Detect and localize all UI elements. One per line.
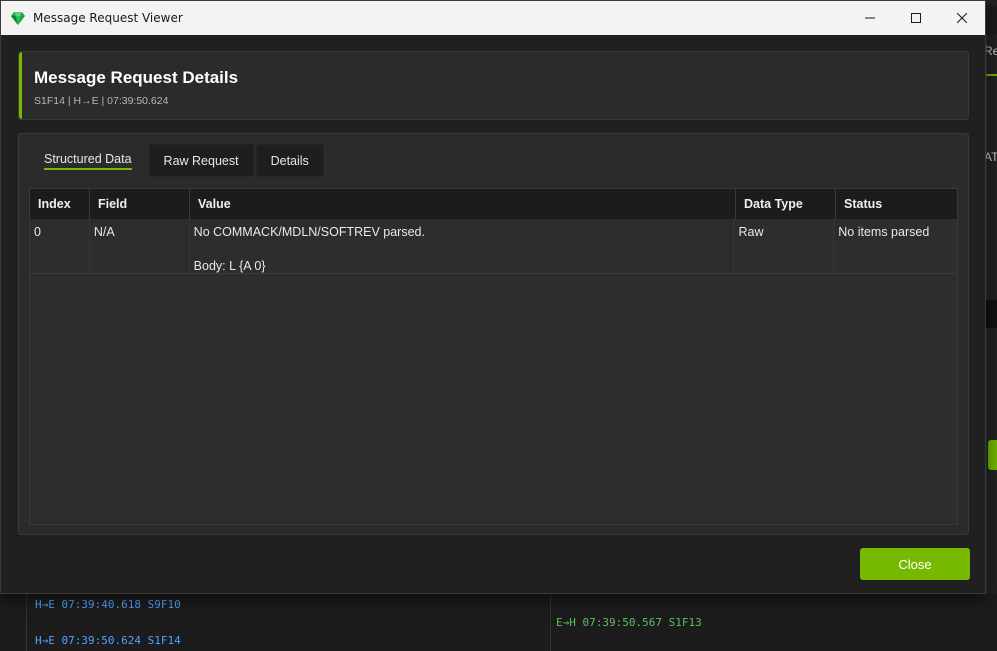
window-controls: [847, 1, 985, 35]
message-log-left[interactable]: H→E 07:39:40.618 S9F10 H→E 07:39:50.624 …: [26, 594, 551, 651]
title-bar[interactable]: Message Request Viewer: [1, 1, 985, 35]
column-header-field[interactable]: Field: [90, 189, 190, 219]
column-header-data-type[interactable]: Data Type: [736, 189, 836, 219]
minimize-button[interactable]: [847, 1, 893, 35]
cell-data-type: Raw: [734, 219, 835, 273]
grid-header: Index Field Value Data Type Status: [30, 189, 957, 219]
header-accent-bar: [19, 52, 22, 119]
tab-label: Structured Data: [44, 152, 132, 170]
cell-status: No items parsed: [838, 225, 930, 239]
column-header-index[interactable]: Index: [30, 189, 90, 219]
close-button[interactable]: Close: [860, 548, 970, 580]
message-log-right[interactable]: E→H 07:39:50.567 S1F13: [550, 594, 997, 651]
column-header-status[interactable]: Status: [836, 189, 957, 219]
log-entry[interactable]: E→H 07:39:50.567 S1F13: [556, 616, 702, 629]
close-window-button[interactable]: [939, 1, 985, 35]
page-title: Message Request Details: [34, 68, 239, 87]
tab-raw-request[interactable]: Raw Request: [148, 144, 254, 177]
column-header-value[interactable]: Value: [190, 189, 736, 219]
tab-bar: Structured Data Raw Request Details: [29, 144, 326, 178]
message-request-viewer-dialog: Message Request Viewer Message Request D…: [0, 0, 986, 594]
tab-details[interactable]: Details: [255, 144, 324, 177]
content-card: Structured Data Raw Request Details Inde…: [18, 133, 969, 535]
background-accent-line: [986, 74, 997, 76]
background-green-button[interactable]: [988, 440, 997, 470]
close-icon: [957, 13, 967, 23]
log-entry[interactable]: H→E 07:39:50.624 S1F14: [35, 634, 181, 647]
table-row[interactable]: 0 N/A No COMMACK/MDLN/SOFTREV parsed. Bo…: [30, 219, 957, 274]
structured-data-grid[interactable]: Index Field Value Data Type Status 0 N/A…: [29, 188, 958, 525]
window-title: Message Request Viewer: [33, 11, 183, 25]
cell-index: 0: [30, 219, 90, 273]
details-header-card: Message Request Details S1F14 | H→E | 07…: [18, 51, 969, 120]
cell-field: N/A: [90, 219, 190, 273]
minimize-icon: [865, 17, 875, 19]
message-summary: S1F14 | H→E | 07:39:50.624: [34, 95, 169, 107]
maximize-icon: [911, 13, 921, 23]
log-entry[interactable]: H→E 07:39:40.618 S9F10: [35, 598, 181, 611]
tab-label: Raw Request: [163, 153, 239, 168]
maximize-button[interactable]: [893, 1, 939, 35]
gem-app-icon: [10, 10, 26, 26]
tab-structured-data[interactable]: Structured Data: [29, 144, 147, 177]
cell-value: No COMMACK/MDLN/SOFTREV parsed. Body: L …: [190, 219, 735, 273]
background-dark-bar: [986, 300, 997, 328]
tab-label: Details: [270, 153, 309, 168]
